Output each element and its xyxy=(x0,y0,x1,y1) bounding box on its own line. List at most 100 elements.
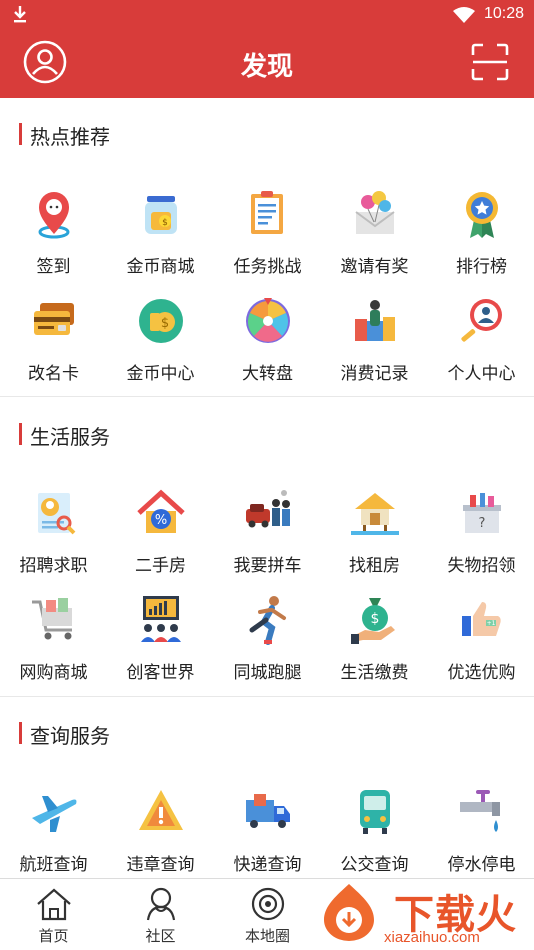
item-leaderboard[interactable]: 排行榜 xyxy=(428,188,534,288)
item-life-payment[interactable]: $ 生活缴费 xyxy=(321,594,428,694)
local-circle-icon xyxy=(251,887,285,921)
item-label: 快递查询 xyxy=(233,855,302,875)
item-task-challenge[interactable]: 任务挑战 xyxy=(214,188,321,288)
status-time: 10:28 xyxy=(484,5,525,22)
medal-icon xyxy=(466,192,498,238)
tab-label: 首页 xyxy=(38,927,69,945)
item-preferred-shopping[interactable]: +1 优选优购 xyxy=(428,594,534,694)
wifi-icon xyxy=(453,7,475,23)
item-label: 金币商城 xyxy=(126,257,195,277)
lost-box-icon: ? xyxy=(463,493,501,533)
item-maker-world[interactable]: 创客世界 xyxy=(107,594,214,694)
wheel-icon xyxy=(246,298,290,343)
item-label: 金币中心 xyxy=(126,364,195,384)
carpool-icon xyxy=(246,490,290,528)
item-label: 个人中心 xyxy=(447,364,516,384)
section-accent xyxy=(19,423,22,445)
item-invite[interactable]: 邀请有奖 xyxy=(321,188,428,288)
shopping-bags-icon xyxy=(355,300,395,341)
item-label: 优选优购 xyxy=(447,663,516,683)
thumbs-up-icon: +1 xyxy=(462,602,501,636)
item-carpool[interactable]: 我要拼车 xyxy=(214,487,321,587)
item-violation-query[interactable]: 违章查询 xyxy=(107,786,214,886)
delivery-truck-icon xyxy=(246,794,290,828)
item-label: 任务挑战 xyxy=(233,257,302,277)
item-label: 同城跑腿 xyxy=(233,663,302,683)
hut-icon xyxy=(351,493,399,535)
item-label: 消费记录 xyxy=(340,364,409,384)
item-express-query[interactable]: 快递查询 xyxy=(214,786,321,886)
item-label: 失物招领 xyxy=(447,556,516,576)
item-label: 大转盘 xyxy=(242,364,293,384)
item-label: 违章查询 xyxy=(126,855,195,875)
airplane-icon xyxy=(32,796,77,832)
shopping-cart-icon xyxy=(32,598,72,640)
money-bag-icon: $ xyxy=(351,598,395,644)
water-tap-icon xyxy=(460,790,500,832)
card-icon xyxy=(34,303,74,335)
section-accent xyxy=(19,123,22,145)
item-rename-card[interactable]: 改名卡 xyxy=(0,295,107,395)
item-label: 生活缴费 xyxy=(340,663,409,683)
item-sign-in[interactable]: 签到 xyxy=(0,188,107,288)
clipboard-icon xyxy=(251,191,283,234)
tab-community[interactable]: 社区 xyxy=(107,879,214,950)
item-spending-record[interactable]: 消费记录 xyxy=(321,295,428,395)
user-search-icon xyxy=(461,299,502,342)
item-coin-mall[interactable]: $ 金币商城 xyxy=(107,188,214,288)
svg-text:?: ? xyxy=(479,516,486,531)
home-icon xyxy=(37,888,71,921)
item-coin-center[interactable]: $ 金币中心 xyxy=(107,295,214,395)
item-lost-found[interactable]: ? 失物招领 xyxy=(428,487,534,587)
svg-text:%: % xyxy=(155,513,167,528)
app-header: 发现 xyxy=(0,30,534,98)
item-flight-query[interactable]: 航班查询 xyxy=(0,786,107,886)
item-label: 公交查询 xyxy=(340,855,409,875)
tab-local-circle[interactable]: 本地圈 xyxy=(214,879,321,950)
page-title: 发现 xyxy=(240,52,293,82)
item-errand[interactable]: 同城跑腿 xyxy=(214,594,321,694)
section-accent xyxy=(19,722,22,744)
item-label: 找租房 xyxy=(349,556,400,576)
item-big-wheel[interactable]: 大转盘 xyxy=(214,295,321,395)
coin-jar-icon: $ xyxy=(145,196,177,234)
item-outage-query[interactable]: 停水停电 xyxy=(428,786,534,886)
item-label: 排行榜 xyxy=(456,257,507,277)
watermark-url: xiazaihuo.com xyxy=(384,929,480,946)
svg-text:$: $ xyxy=(371,611,380,627)
flame-logo-icon xyxy=(324,884,374,941)
item-label: 我要拼车 xyxy=(233,556,302,576)
item-recruitment[interactable]: 招聘求职 xyxy=(0,487,107,587)
item-bus-query[interactable]: 公交查询 xyxy=(321,786,428,886)
bus-icon xyxy=(360,790,390,834)
item-label: 航班查询 xyxy=(19,855,88,875)
tab-label: 社区 xyxy=(145,927,176,945)
item-rent-house[interactable]: 找租房 xyxy=(321,487,428,587)
svg-text:$: $ xyxy=(161,316,169,331)
coin-icon: $ xyxy=(139,299,183,343)
item-label: 签到 xyxy=(36,257,71,277)
section-title: 生活服务 xyxy=(30,425,110,449)
item-online-mall[interactable]: 网购商城 xyxy=(0,594,107,694)
house-percent-icon: % xyxy=(137,489,185,533)
tab-label: 本地圈 xyxy=(244,927,290,945)
item-label: 招聘求职 xyxy=(19,556,88,576)
item-label: 改名卡 xyxy=(28,364,79,384)
item-second-hand-house[interactable]: % 二手房 xyxy=(107,487,214,587)
item-label: 停水停电 xyxy=(447,855,516,875)
svg-text:$: $ xyxy=(162,218,168,228)
item-personal-center[interactable]: 个人中心 xyxy=(428,295,534,395)
balloon-envelope-icon xyxy=(355,191,395,234)
section-title: 热点推荐 xyxy=(30,125,110,149)
section-divider xyxy=(0,396,534,397)
scan-icon[interactable] xyxy=(470,42,510,82)
status-bar: 10:28 xyxy=(0,0,534,30)
section-title: 查询服务 xyxy=(30,724,110,748)
presentation-icon xyxy=(141,596,181,642)
download-icon xyxy=(14,6,26,23)
tab-home[interactable]: 首页 xyxy=(0,879,107,950)
svg-text:+1: +1 xyxy=(487,620,496,627)
runner-icon xyxy=(249,596,286,645)
community-icon xyxy=(146,887,176,921)
item-label: 邀请有奖 xyxy=(340,257,409,277)
